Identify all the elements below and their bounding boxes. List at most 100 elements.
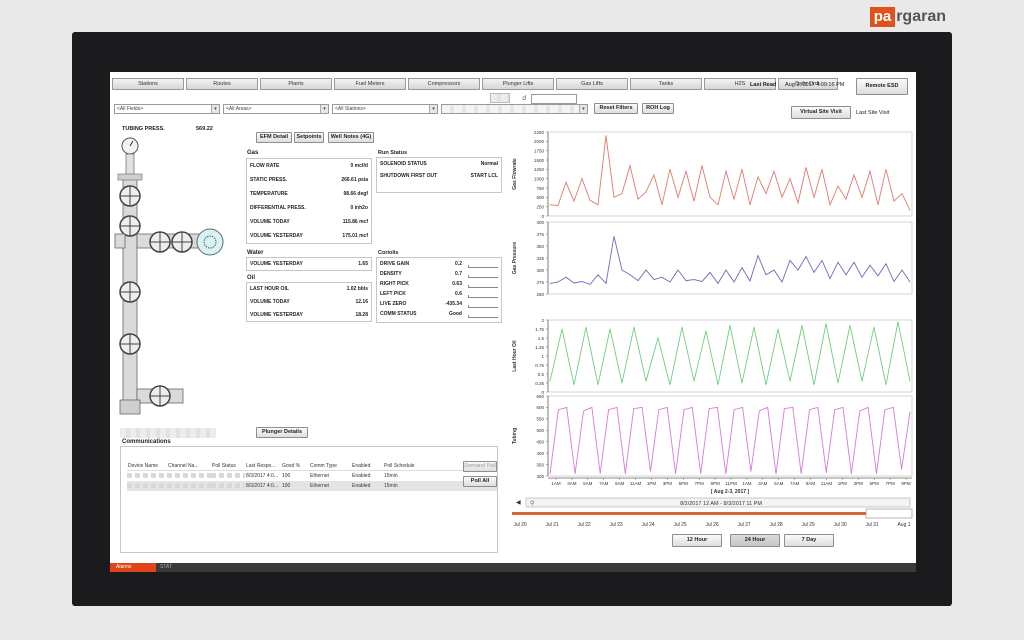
areas-filter-select[interactable]: <All Areas> ▾ [223,104,329,114]
column-header[interactable]: Enabled [351,461,383,470]
data-point [741,168,743,170]
virtual-site-visit-button[interactable]: Virtual Site Visit [791,106,851,119]
row-label: VOLUME YESTERDAY [250,312,303,318]
run-status-panel: SOLENOID STATUS Normal SHUTDOWN FIRST OUT S… [376,157,502,193]
column-header[interactable]: Poll Schedule [383,461,427,470]
run-status-row: SHUTDOWN FIRST OUT START LCL [380,173,498,181]
valve-icon [149,231,171,253]
gas-row: VOLUME YESTERDAY 175.01 mcf [250,233,368,241]
data-point [775,473,777,475]
row-label: LAST HOUR OIL [250,286,289,292]
data-point [691,407,693,408]
sparkline-icon [468,315,498,318]
x-tick-label: 3PM [663,481,673,486]
y-tick-label: 650 [536,394,544,399]
tab-routes[interactable]: Routes [186,78,258,90]
data-point [767,407,769,408]
data-point [549,473,551,475]
data-point [653,279,655,280]
column-header[interactable]: Poll Status [211,461,245,470]
roh-log-button[interactable]: ROH Log [642,103,674,114]
plunger-details-button[interactable]: Plunger Details [256,427,308,438]
table-cell: Ethernet [310,473,329,479]
timeline-date-label: Jul 25 [673,522,687,528]
range-12-hour-button[interactable]: 12 Hour [672,534,722,547]
communications-header: Device Name Channel Na... Poll Status Last … [127,461,497,471]
data-point [849,325,851,326]
tab-stations[interactable]: Stations [112,78,184,90]
well-notes-button[interactable]: Well Notes (4G) [328,132,374,143]
poll-all-button[interactable]: Poll All [463,476,497,487]
search-input[interactable] [531,94,577,104]
scroll-left-icon[interactable]: ◀ [516,500,521,506]
tab-gas-lifts[interactable]: Gas Lifts [556,78,628,90]
row-label: VOLUME YESTERDAY [250,261,303,267]
efm-detail-button[interactable]: EFM Detail [256,132,292,143]
data-point [876,473,877,475]
redacted-cell [211,473,245,478]
data-point [589,284,591,285]
fields-filter-select[interactable]: <All Fields> ▾ [114,104,220,114]
timeline-navigator[interactable]: ◀ ⚲ 8/2/2017 12 AM - 8/3/2017 11 PM Jul 20 J… [506,496,916,536]
column-header[interactable]: Channel Na... [167,461,211,470]
tab-plants[interactable]: Plants [260,78,332,90]
data-point [877,275,879,277]
y-axis-label: Gas Flowrate [512,158,518,190]
data-point [613,196,615,198]
tab-tanks[interactable]: Tanks [630,78,702,90]
sparkline-icon [468,305,498,308]
y-axis-label: Last Hour Oil [512,340,518,372]
tab-fuel-meters[interactable]: Fuel Meters [334,78,406,90]
alarms-tab[interactable]: Alarms [110,563,156,572]
data-point [633,326,635,328]
table-row[interactable]: 8/3/2017 4:0... 100 Ethernet Enabled 15min [127,481,497,491]
well-select[interactable]: ▾ [441,104,588,114]
trend-charts[interactable]: 0250500750100012501500175020002250Gas Fl… [506,128,916,508]
data-point [701,281,703,282]
data-point [845,274,847,276]
demand-poll-button[interactable]: Demand Poll [463,461,497,472]
gas-row: FLOW RATE 0 mcf/d [250,163,368,171]
data-point [717,283,719,284]
data-point [885,263,887,265]
wellhead-diagram[interactable] [112,134,242,424]
column-header[interactable]: Comm Type [309,461,351,470]
column-header[interactable]: Good % [281,461,309,470]
data-point [861,196,863,198]
column-header[interactable]: Last Respo... [245,461,281,470]
setpoints-button[interactable]: Setpoints [294,132,324,143]
column-header[interactable]: Device Name [127,461,167,470]
data-point [781,196,783,198]
timeline-window[interactable] [865,508,913,519]
data-point [725,269,727,271]
range-7-day-button[interactable]: 7 Day [784,534,834,547]
data-point [693,279,695,280]
range-24-hour-button[interactable]: 24 Hour [730,534,780,547]
data-point [749,280,751,282]
timeline-date-label: Aug 1 [897,522,910,528]
y-tick-label: 0 [541,214,544,219]
data-point [549,380,551,382]
y-tick-label: 2000 [534,139,545,144]
data-point [909,411,911,413]
table-row[interactable]: 8/3/2017 4:0... 100 Ethernet Enabled 15min [127,471,497,481]
row-value: 1.02 bbls [346,286,368,292]
remote-esd-button[interactable]: Remote ESD [856,78,908,95]
data-point [589,199,591,201]
stations-filter-select[interactable]: <All Stations> ▾ [332,104,438,114]
gas-section-title: Gas [247,150,259,156]
row-label: STATIC PRESS. [250,177,288,183]
data-point [605,283,607,284]
tab-compressors[interactable]: Compressors [408,78,480,90]
row-value: 0.63 [452,281,462,287]
data-point [842,407,844,408]
tab-plunger-lifts[interactable]: Plunger Lifts [482,78,554,90]
row-value: 12.16 [355,299,368,305]
stat-tab[interactable]: STAT [160,563,172,572]
row-value: 0 mcf/d [350,163,368,169]
y-tick-label: 1750 [534,148,545,153]
data-point [561,328,563,330]
reset-filters-button[interactable]: Reset Filters [594,103,638,114]
data-point [892,407,894,408]
data-point [805,167,807,168]
